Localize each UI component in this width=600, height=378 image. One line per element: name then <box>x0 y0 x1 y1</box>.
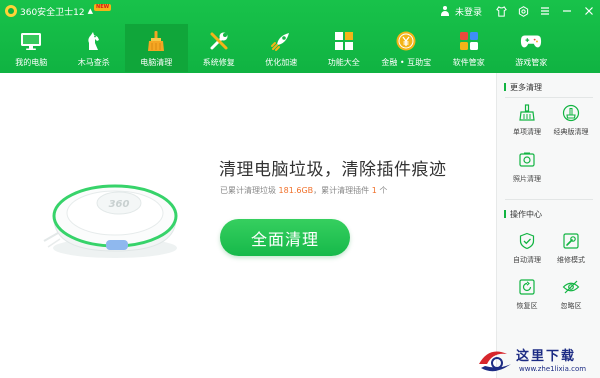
photo-clean-button[interactable]: 照片清理 <box>503 151 551 195</box>
shield-check-icon <box>518 232 536 250</box>
side-item-label: 经典版清理 <box>553 128 589 136</box>
360-logo-icon <box>5 5 17 17</box>
close-icon[interactable] <box>578 0 600 22</box>
single-clean-button[interactable]: 单项清理 <box>503 104 551 148</box>
broom-icon <box>518 104 536 122</box>
new-badge: NEW <box>94 3 112 11</box>
nav-label: 功能大全 <box>327 58 360 67</box>
login-label: 未登录 <box>454 7 482 18</box>
nav-item-trojan-scan[interactable]: 木马查杀 <box>63 24 126 72</box>
restore-icon <box>518 278 536 296</box>
header-bar: 360安全卫士12 ▲ NEW 未登录 我的电脑 木马查杀 电脑清理 系统修复 … <box>0 0 600 73</box>
nav-label: 我的电脑 <box>15 58 48 67</box>
nav-item-software[interactable]: 软件管家 <box>438 24 501 72</box>
side-item-label: 忽略区 <box>560 302 582 310</box>
gamepad-icon <box>520 30 542 52</box>
user-icon <box>440 6 450 16</box>
nav-item-games[interactable]: 游戏管家 <box>500 24 563 72</box>
watermark-url: www.zhe1lixia.com <box>519 365 587 373</box>
repair-icon <box>562 232 580 250</box>
nav-label: 软件管家 <box>452 58 485 67</box>
classic-clean-button[interactable]: 经典版清理 <box>547 104 595 148</box>
divider <box>505 97 593 98</box>
nav-label: 电脑清理 <box>140 58 173 67</box>
side-item-label: 照片清理 <box>513 175 541 183</box>
stats-middle: ，累计清理插件 <box>313 186 372 195</box>
clean-stats: 已累计清理垃圾 181.6GB，累计清理插件 1 个 <box>220 185 387 196</box>
nav-item-all-features[interactable]: 功能大全 <box>313 24 376 72</box>
stats-prefix: 已累计清理垃圾 <box>220 186 279 195</box>
stats-suffix: 个 <box>376 186 388 195</box>
classic-clean-icon <box>562 104 580 122</box>
title-controls: 未登录 <box>440 0 600 22</box>
sidebar: 更多清理 单项清理 经典版清理 照片清理 操作中心 自动清理 维修模式 恢复区 … <box>496 73 600 378</box>
side-item-label: 自动清理 <box>513 256 541 264</box>
nav-item-my-computer[interactable]: 我的电脑 <box>0 24 63 72</box>
ops-center-title: 操作中心 <box>504 210 542 219</box>
robot-logo-text: 360 <box>109 199 130 210</box>
watermark-text: 这里下载 <box>516 349 577 364</box>
nav-item-pc-clean[interactable]: 电脑清理 <box>125 24 188 72</box>
skin-icon[interactable] <box>490 0 512 22</box>
full-clean-button[interactable]: 全面清理 <box>220 219 350 256</box>
repair-mode-button[interactable]: 维修模式 <box>547 232 595 276</box>
nav-label: 游戏管家 <box>515 58 548 67</box>
nav-item-speedup[interactable]: 优化加速 <box>250 24 313 72</box>
grid-icon <box>333 30 355 52</box>
upgrade-arrow-icon[interactable]: ▲ <box>88 7 93 15</box>
minimize-icon[interactable] <box>556 0 578 22</box>
horse-icon <box>83 30 105 52</box>
auto-clean-button[interactable]: 自动清理 <box>503 232 551 276</box>
side-item-label: 单项清理 <box>513 128 541 136</box>
title-bar: 360安全卫士12 ▲ NEW 未登录 <box>0 0 600 22</box>
rocket-icon <box>270 30 292 52</box>
menu-icon[interactable] <box>534 0 556 22</box>
app-window: 360安全卫士12 ▲ NEW 未登录 我的电脑 木马查杀 电脑清理 系统修复 … <box>0 0 600 378</box>
more-clean-title: 更多清理 <box>504 83 542 92</box>
nav-label: 木马查杀 <box>77 58 110 67</box>
coin-icon <box>395 30 417 52</box>
nav-label: 优化加速 <box>265 58 298 67</box>
headline: 清理电脑垃圾，清除插件痕迹 <box>219 160 447 180</box>
broom-icon <box>145 30 167 52</box>
settings-icon[interactable] <box>512 0 534 22</box>
side-item-label: 维修模式 <box>557 256 585 264</box>
login-button[interactable]: 未登录 <box>440 5 482 18</box>
side-item-label: 恢复区 <box>516 302 538 310</box>
nav-label: 金融 • 互助宝 <box>381 58 432 67</box>
divider <box>505 199 593 200</box>
photo-icon <box>518 151 536 169</box>
software-icon <box>458 30 480 52</box>
restore-area-button[interactable]: 恢复区 <box>503 278 551 322</box>
app-title: 360安全卫士12 <box>20 7 85 18</box>
main-nav: 我的电脑 木马查杀 电脑清理 系统修复 优化加速 功能大全 金融 • 互助宝 软… <box>0 24 600 72</box>
monitor-icon <box>20 30 42 52</box>
ignore-icon <box>562 278 580 296</box>
stats-size: 181.6GB <box>278 186 314 195</box>
robot-vacuum-illustration: 360 <box>43 184 178 258</box>
tools-icon <box>208 30 230 52</box>
nav-item-finance[interactable]: 金融 • 互助宝 <box>375 24 438 72</box>
nav-item-system-repair[interactable]: 系统修复 <box>188 24 251 72</box>
nav-label: 系统修复 <box>202 58 235 67</box>
ignore-area-button[interactable]: 忽略区 <box>547 278 595 322</box>
